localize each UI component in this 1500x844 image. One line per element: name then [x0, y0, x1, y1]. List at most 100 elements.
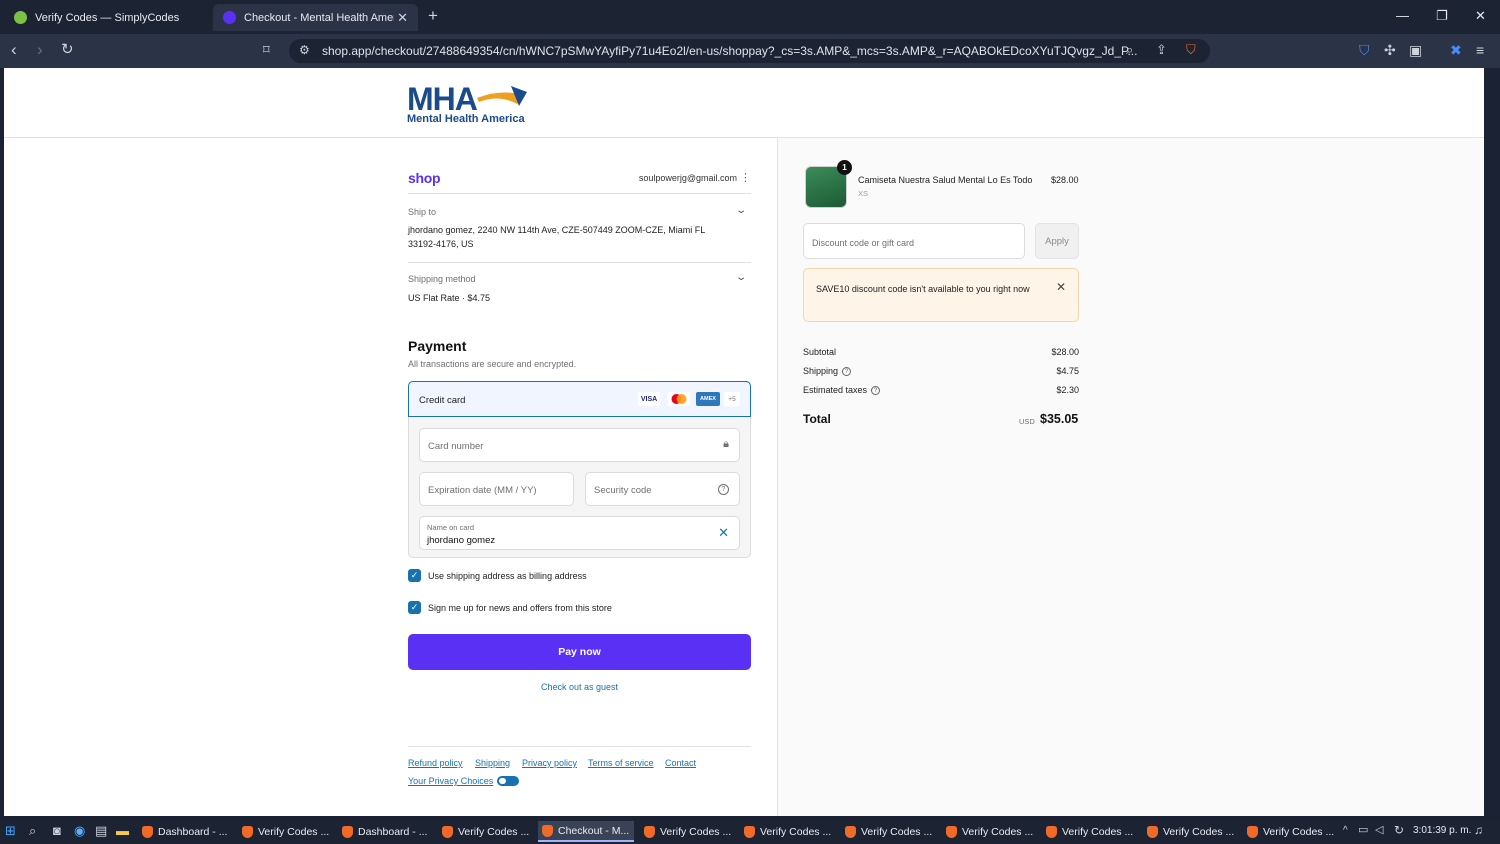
lock-icon: 🔒︎ [723, 438, 729, 450]
wallet-icon[interactable]: ⛉ [1359, 42, 1370, 59]
tab-checkout[interactable]: Checkout - Mental Health Ameri ✕ [213, 4, 418, 31]
ship-to-chevron-down-icon[interactable]: ⌄ [735, 205, 747, 216]
privacy-choices-link[interactable]: Your Privacy Choices [408, 776, 520, 786]
mastercard-icon [668, 392, 690, 406]
new-tab-button[interactable]: + [428, 6, 438, 26]
refund-policy-link[interactable]: Refund policy [408, 758, 463, 768]
taxes-row: Estimated taxes? [803, 385, 881, 396]
brave-icon [946, 825, 957, 838]
taskbar-item[interactable]: Verify Codes ... [942, 821, 1038, 842]
close-window-icon[interactable]: ✕ [1475, 8, 1486, 24]
network-icon[interactable]: ▭ [1358, 823, 1368, 836]
zoom-icon[interactable]: ⌕ [1126, 42, 1133, 58]
more-options-icon[interactable]: ⋮ [740, 171, 751, 184]
more-brands-badge: +5 [724, 392, 740, 406]
camera-icon[interactable]: ◙ [53, 823, 61, 838]
taskbar-item[interactable]: Verify Codes ... [1042, 821, 1138, 842]
privacy-choices-toggle-icon [497, 776, 520, 786]
terms-of-service-link[interactable]: Terms of service [588, 758, 654, 768]
pay-now-button[interactable]: Pay now [408, 634, 751, 670]
taxes-help-icon[interactable]: ? [871, 386, 881, 396]
credit-card-label: Credit card [419, 395, 466, 406]
card-number-field[interactable]: Card number 🔒︎ [419, 428, 740, 462]
sync-icon[interactable]: ↻ [1394, 823, 1404, 837]
credit-card-section: Credit card VISA AMEX +5 Card number 🔒︎ … [408, 381, 751, 558]
sidebar-icon[interactable]: ▣ [1409, 42, 1422, 59]
taskbar-item[interactable]: Dashboard - ... [138, 821, 234, 842]
expiration-date-field[interactable]: Expiration date (MM / YY) [419, 472, 574, 506]
restore-icon[interactable]: ❐ [1436, 8, 1448, 24]
help-icon[interactable]: ? [718, 484, 729, 495]
newsletter-checkbox-row[interactable]: ✓ Sign me up for news and offers from th… [408, 601, 612, 614]
site-settings-icon[interactable]: ⚙ [299, 43, 310, 57]
back-icon[interactable]: ‹ [11, 41, 17, 59]
shipping-policy-link[interactable]: Shipping [475, 758, 510, 768]
total-value: $35.05 [1040, 412, 1079, 426]
discount-code-input[interactable]: Discount code or gift card [803, 223, 1025, 259]
billing-address-checkbox-row[interactable]: ✓ Use shipping address as billing addres… [408, 569, 587, 582]
shipping-method-label: Shipping method [408, 274, 476, 284]
taskbar-item[interactable]: Verify Codes ... [841, 821, 937, 842]
minimize-icon[interactable]: — [1396, 8, 1409, 23]
notification-bell-icon[interactable]: ♫ [1474, 823, 1483, 837]
brave-icon [542, 824, 553, 837]
app-icon[interactable]: ◉ [74, 823, 85, 839]
search-icon[interactable]: ⌕ [29, 823, 36, 839]
shipping-value: $4.75 [1056, 366, 1079, 376]
brave-icon [1046, 825, 1057, 838]
brave-shield-icon[interactable]: ⛉ [1186, 42, 1196, 58]
share-icon[interactable]: ⇪ [1156, 42, 1167, 58]
apply-discount-button[interactable]: Apply [1035, 223, 1079, 259]
chevron-up-icon[interactable]: ^ [1343, 825, 1348, 836]
extensions-icon[interactable]: ✣ [1384, 42, 1396, 59]
contact-link[interactable]: Contact [665, 758, 696, 768]
volume-icon[interactable]: ◁ [1375, 823, 1383, 836]
menu-icon[interactable]: ≡ [1476, 42, 1484, 58]
payment-title: Payment [408, 338, 467, 354]
security-code-field[interactable]: Security code ? [585, 472, 740, 506]
start-icon[interactable]: ⊞ [5, 823, 16, 839]
taskbar-item[interactable]: Verify Codes ... [640, 821, 736, 842]
taskbar-item-active[interactable]: Checkout - M... [538, 821, 634, 842]
taskbar-item[interactable]: Verify Codes ... [238, 821, 334, 842]
address-bar[interactable]: ⚙ shop.app/checkout/27488649354/cn/hWNC7… [289, 39, 1210, 63]
billing-checkbox[interactable]: ✓ [408, 569, 421, 582]
newsletter-checkbox[interactable]: ✓ [408, 601, 421, 614]
shipping-method-chevron-down-icon[interactable]: ⌄ [735, 272, 747, 283]
billing-checkbox-label: Use shipping address as billing address [428, 570, 587, 581]
close-tab-icon[interactable]: ✕ [397, 10, 408, 26]
close-alert-icon[interactable]: ✕ [1056, 280, 1066, 294]
vpn-icon[interactable]: ✖ [1450, 42, 1462, 59]
taskbar-item[interactable]: Dashboard - ... [338, 821, 434, 842]
name-on-card-value: jhordano gomez [427, 535, 496, 546]
privacy-policy-link[interactable]: Privacy policy [522, 758, 577, 768]
browser-toolbar: ‹ › ↻ ⌑ ⚙ shop.app/checkout/27488649354/… [0, 34, 1500, 68]
folder-icon[interactable]: ▬ [116, 823, 129, 838]
shipping-help-icon[interactable]: ? [842, 367, 852, 377]
taskbar-item[interactable]: Verify Codes ... [438, 821, 534, 842]
discount-error-alert: SAVE10 discount code isn't available to … [803, 268, 1079, 322]
subtotal-label: Subtotal [803, 347, 837, 357]
calculator-icon[interactable]: ▤ [95, 823, 107, 839]
newsletter-checkbox-label: Sign me up for news and offers from this… [428, 602, 612, 613]
credit-card-option[interactable]: Credit card VISA AMEX +5 [408, 381, 751, 417]
forward-icon[interactable]: › [37, 41, 43, 59]
brave-icon [142, 825, 153, 838]
privacy-choices-label: Your Privacy Choices [408, 776, 494, 786]
shipping-method-value: US Flat Rate · $4.75 [408, 293, 491, 303]
taskbar-clock[interactable]: 3:01:39 p. m. [1413, 825, 1471, 836]
name-on-card-field[interactable]: Name on card jhordano gomez ✕ [419, 516, 740, 550]
url-text: shop.app/checkout/27488649354/cn/hWNC7pS… [322, 44, 1138, 58]
taskbar-item[interactable]: Verify Codes ... [1243, 821, 1339, 842]
taskbar-item[interactable]: Verify Codes ... [1143, 821, 1239, 842]
bookmark-icon[interactable]: ⌑ [263, 41, 270, 59]
taskbar-item[interactable]: Verify Codes ... [740, 821, 836, 842]
taxes-label: Estimated taxes [803, 385, 868, 395]
ship-to-address-line2: 33192-4176, US [408, 239, 474, 249]
amex-icon: AMEX [696, 392, 720, 406]
tab-verify-codes[interactable]: Verify Codes — SimplyCodes [4, 4, 209, 31]
total-currency: USD [1019, 417, 1035, 426]
clear-icon[interactable]: ✕ [718, 525, 729, 541]
reload-icon[interactable]: ↻ [61, 41, 74, 59]
checkout-as-guest-link[interactable]: Check out as guest [408, 682, 751, 692]
